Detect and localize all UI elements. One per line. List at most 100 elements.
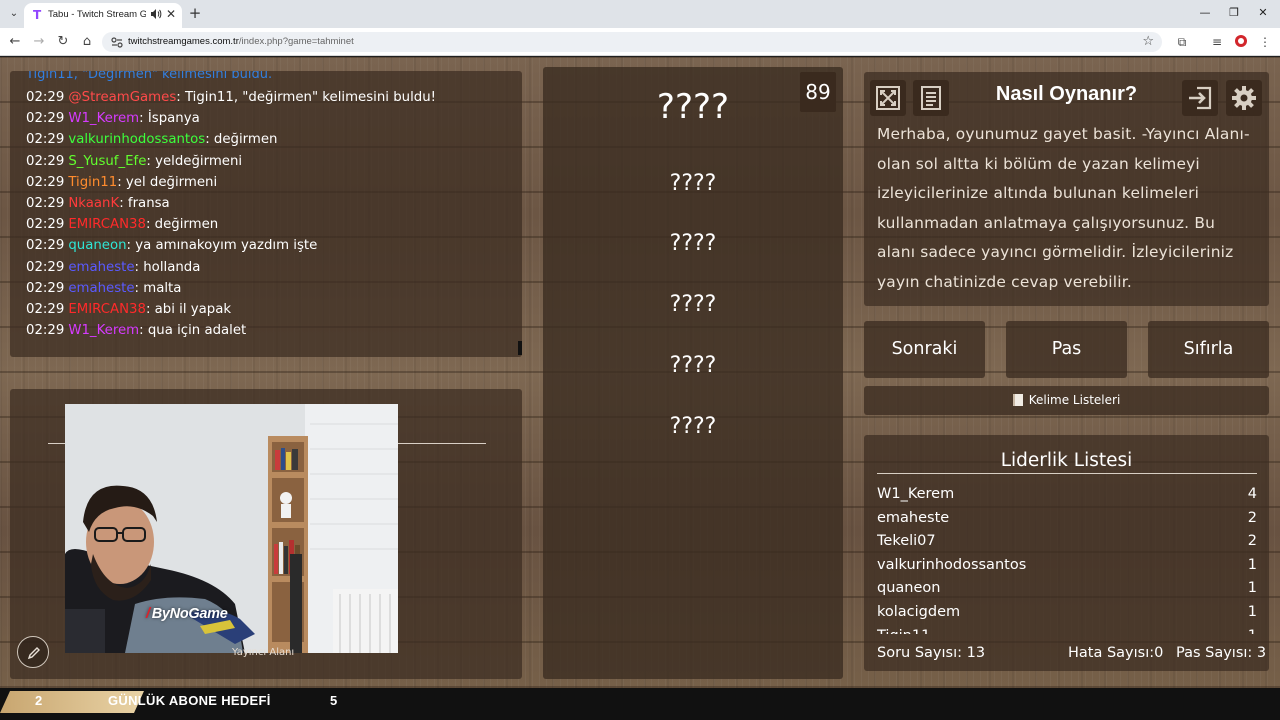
- game-page: Tigin11, "Değirmen" kelimesini buldu. 02…: [0, 57, 1280, 688]
- leaderboard-row: Tigin11 1: [877, 624, 1257, 634]
- chat-scrollbar[interactable]: [518, 341, 522, 355]
- subscriber-goal-bar: 2 GÜNLÜK ABONE HEDEFİ 5: [0, 688, 1280, 720]
- tab-strip: ⌄ T Tabu - Twitch Stream Games ✕ + — ❐ ✕: [0, 0, 1280, 28]
- leaderboard-row: W1_Kerem 4: [877, 482, 1257, 506]
- chat-text: : abi il yapak: [145, 301, 232, 317]
- webcam-overlay: [65, 404, 398, 653]
- next-button[interactable]: Sonraki: [864, 321, 985, 378]
- chat-username[interactable]: @StreamGames: [68, 90, 176, 105]
- leaderboard-name: W1_Kerem: [877, 486, 955, 502]
- leaderboard-score: 2: [1247, 533, 1257, 550]
- chat-timestamp: 02:29: [26, 153, 65, 169]
- profile-avatar-icon[interactable]: [1233, 34, 1249, 50]
- leaderboard-name: Tekeli07: [877, 533, 936, 550]
- tab-title: Tabu - Twitch Stream Games: [48, 9, 146, 20]
- question-count: Soru Sayısı: 13: [877, 645, 986, 661]
- pass-button[interactable]: Pas: [1006, 321, 1127, 378]
- subscriber-goal-current: 2: [35, 693, 43, 708]
- chat-text: : yeldeğirmeni: [146, 153, 243, 169]
- chat-username[interactable]: W1_Kerem: [68, 323, 139, 338]
- minimize-icon[interactable]: —: [1198, 6, 1212, 19]
- back-icon[interactable]: ←: [7, 34, 23, 50]
- chat-text: : fransa: [119, 195, 170, 211]
- chat-previous-line: Tigin11, "Değirmen" kelimesini buldu.: [26, 71, 273, 82]
- chat-timestamp: 02:29: [26, 217, 65, 233]
- notebook-icon: [1012, 394, 1023, 406]
- leaderboard-row: emaheste 2: [877, 506, 1257, 530]
- chat-text: : yel değirmeni: [117, 174, 218, 190]
- leaderboard-row: quaneon 1: [877, 576, 1257, 600]
- chat-username[interactable]: EMIRCAN38: [68, 302, 146, 317]
- reset-button[interactable]: Sıfırla: [1148, 321, 1269, 378]
- forward-icon[interactable]: →: [31, 34, 47, 50]
- tab-close-icon[interactable]: ✕: [166, 7, 176, 21]
- chat-message: 02:29 @StreamGames: Tigin11, "değirmen" k…: [26, 87, 516, 108]
- chat-timestamp: 02:29: [26, 280, 65, 296]
- restore-icon[interactable]: ❐: [1227, 6, 1241, 19]
- chat-username[interactable]: W1_Kerem: [68, 111, 139, 126]
- chat-message: 02:29 EMIRCAN38: abi il yapak: [26, 299, 516, 320]
- browser-menu-icon[interactable]: ⋮: [1257, 34, 1273, 50]
- chat-message: 02:29 quaneon: ya amınakoyım yazdım işte: [26, 235, 516, 256]
- speaker-icon[interactable]: [150, 8, 162, 20]
- url-text: twitchstreamgames.com.tr/index.php?game=…: [128, 36, 354, 47]
- close-window-icon[interactable]: ✕: [1256, 6, 1270, 19]
- chat-message: 02:29 NkaanK: fransa: [26, 193, 516, 214]
- chat-timestamp: 02:29: [26, 301, 65, 317]
- chat-timestamp: 02:29: [26, 259, 65, 275]
- leaderboard-list[interactable]: W1_Kerem 4 emaheste 2 Tekeli07 2 valkurinhodos…: [877, 482, 1257, 634]
- chat-username[interactable]: quaneon: [68, 238, 126, 253]
- bookmark-star-icon[interactable]: ☆: [1142, 34, 1154, 49]
- chat-username[interactable]: EMIRCAN38: [68, 217, 146, 232]
- leaderboard-name: valkurinhodossantos: [877, 556, 1027, 573]
- chat-username[interactable]: S_Yusuf_Efe: [68, 154, 146, 169]
- browser-tab[interactable]: T Tabu - Twitch Stream Games ✕: [24, 3, 182, 28]
- hidden-taboo-word: ????: [669, 231, 717, 256]
- streamer-area-panel: Yayıncı Alanı: [10, 389, 522, 679]
- streamer-area-label: Yayıncı Alanı: [232, 647, 295, 658]
- chat-username[interactable]: Tigin11: [68, 175, 117, 190]
- leaderboard-row: Tekeli07 2: [877, 529, 1257, 553]
- chat-timestamp: 02:29: [26, 174, 65, 190]
- chat-timestamp: 02:29: [26, 90, 65, 105]
- leaderboard-score: 1: [1247, 580, 1257, 597]
- chat-username[interactable]: emaheste: [68, 260, 134, 275]
- chat-message: 02:29 EMIRCAN38: değirmen: [26, 214, 516, 235]
- new-tab-icon[interactable]: +: [186, 5, 204, 23]
- chat-timestamp: 02:29: [26, 238, 65, 254]
- leaderboard-name: kolacigdem: [877, 603, 961, 620]
- chat-text: : İspanya: [139, 111, 200, 127]
- leaderboard-score: 2: [1247, 509, 1257, 526]
- reading-list-icon[interactable]: ≡: [1209, 34, 1225, 50]
- leaderboard-row: kolacigdem 1: [877, 600, 1257, 624]
- leaderboard-divider: [877, 473, 1257, 474]
- chat-text: : değirmen: [205, 132, 278, 148]
- word-lists-button[interactable]: Kelime Listeleri: [864, 386, 1269, 415]
- reload-icon[interactable]: ↻: [55, 34, 71, 50]
- chat-message: 02:29 emaheste: malta: [26, 278, 516, 299]
- address-bar[interactable]: twitchstreamgames.com.tr/index.php?game=…: [102, 32, 1162, 52]
- game-stats: Soru Sayısı: 13 Hata Sayısı:0 Pas Sayısı…: [877, 645, 1266, 665]
- home-icon[interactable]: ⌂: [79, 34, 95, 50]
- leaderboard-score: 1: [1247, 603, 1257, 620]
- leaderboard-name: Tigin11: [877, 628, 930, 634]
- site-info-icon[interactable]: [110, 35, 124, 49]
- chat-message: 02:29 W1_Kerem: qua için adalet: [26, 320, 516, 341]
- chat-username[interactable]: NkaanK: [68, 196, 119, 211]
- chat-timestamp: 02:29: [26, 195, 65, 211]
- draw-button[interactable]: [17, 636, 49, 668]
- chat-message: 02:29 S_Yusuf_Efe: yeldeğirmeni: [26, 151, 516, 172]
- hidden-taboo-word: ????: [669, 171, 717, 196]
- subscriber-goal-target: 5: [330, 693, 338, 708]
- leaderboard-score: 4: [1247, 486, 1257, 502]
- leaderboard-row: valkurinhodossantos 1: [877, 553, 1257, 577]
- chat-username[interactable]: valkurinhodossantos: [68, 132, 205, 147]
- tab-search-icon[interactable]: ⌄: [6, 6, 22, 22]
- pass-count: Pas Sayısı: 3: [1176, 645, 1267, 661]
- extensions-icon[interactable]: ⧉: [1174, 34, 1190, 50]
- chat-username[interactable]: emaheste: [68, 281, 134, 296]
- chat-text: : ya amınakoyım yazdım işte: [126, 238, 318, 254]
- twitch-favicon-icon: T: [33, 8, 42, 22]
- chat-text: : değirmen: [145, 217, 219, 233]
- bynogame-watermark: / ByNoGame: [146, 606, 228, 622]
